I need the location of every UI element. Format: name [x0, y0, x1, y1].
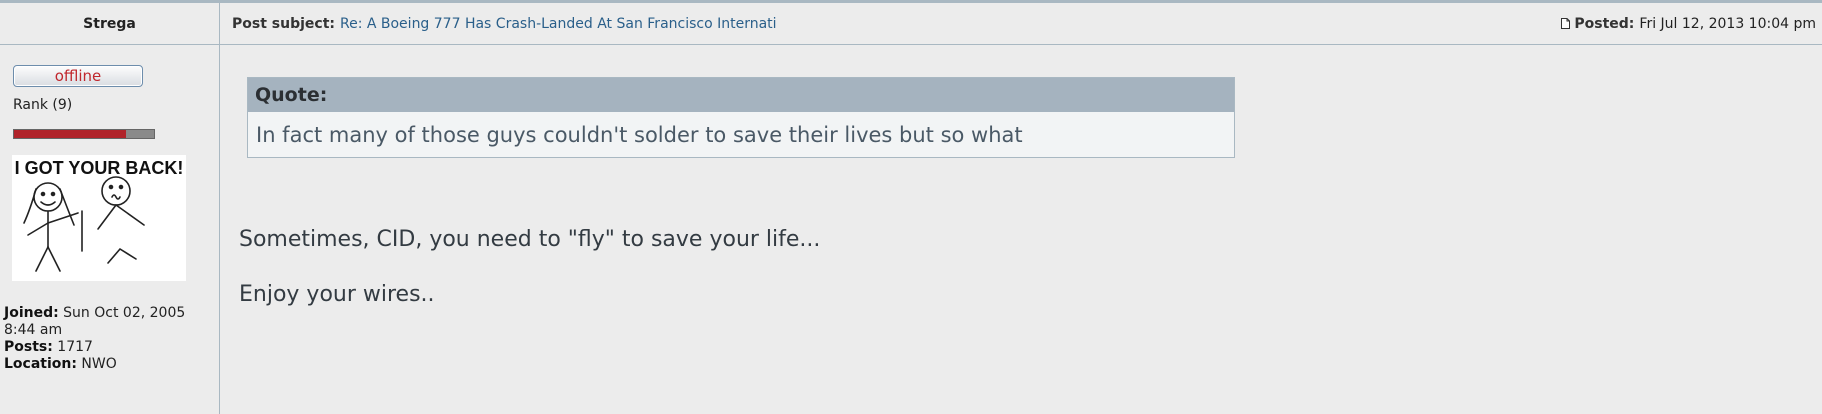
posted-value: Fri Jul 12, 2013 10:04 pm [1639, 15, 1816, 32]
document-icon[interactable] [1561, 18, 1571, 29]
posts-label: Posts: [4, 339, 53, 355]
joined-row: Joined: Sun Oct 02, 2005 8:44 am [4, 305, 214, 339]
subject-label: Post subject: [232, 15, 335, 32]
location-label: Location: [4, 356, 77, 372]
post-date: Posted: Fri Jul 12, 2013 10:04 pm [1561, 3, 1816, 44]
rank-bar-fill [14, 130, 126, 138]
quote-text: In fact many of those guys couldn't sold… [256, 122, 1023, 147]
post-paragraph: Enjoy your wires.. [239, 282, 435, 307]
posts-value: 1717 [57, 339, 93, 355]
quote-header: Quote: [248, 78, 1234, 112]
post-content: Quote: In fact many of those guys couldn… [220, 45, 1822, 414]
user-details: Joined: Sun Oct 02, 2005 8:44 am Posts: … [4, 305, 214, 373]
rank-bar [13, 129, 155, 139]
post-subject: Post subject: Re: A Boeing 777 Has Crash… [232, 3, 777, 44]
posts-row: Posts: 1717 [4, 339, 214, 356]
rank-label: Rank (9) [13, 97, 73, 113]
author-name[interactable]: Strega [0, 3, 220, 44]
online-status-button[interactable]: offline [13, 65, 143, 87]
quote-block: Quote: In fact many of those guys couldn… [247, 77, 1235, 158]
avatar-caption: I GOT YOUR BACK! [15, 158, 184, 178]
post-header: Strega Post subject: Re: A Boeing 777 Ha… [0, 3, 1822, 45]
post-paragraph: Sometimes, CID, you need to "fly" to sav… [239, 227, 821, 252]
avatar: I GOT YOUR BACK! [12, 155, 186, 281]
location-value: NWO [81, 356, 117, 372]
posted-label: Posted: [1574, 15, 1635, 32]
location-row: Location: NWO [4, 356, 214, 373]
profile-sidebar: offline Rank (9) I GOT YOUR BACK! Joined… [0, 45, 220, 414]
subject-link[interactable]: Re: A Boeing 777 Has Crash-Landed At San… [340, 16, 777, 32]
joined-label: Joined: [4, 305, 59, 321]
